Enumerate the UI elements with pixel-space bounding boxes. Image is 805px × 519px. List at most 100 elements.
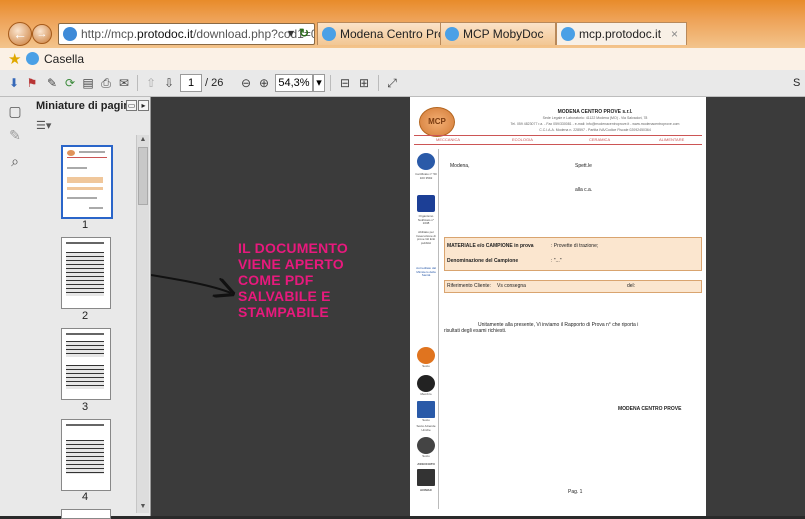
eagle-logo (417, 437, 435, 454)
refresh-icon[interactable]: ↻ (299, 23, 309, 43)
material-box: MATERIALE e/o CAMPIONE in prova : Provet… (444, 237, 702, 271)
toolbar-divider (330, 75, 331, 91)
attention-label: alla c.a. (575, 187, 593, 193)
fit-page-icon[interactable]: ⊞ (356, 75, 372, 91)
fullscreen-icon[interactable]: ⤢ (384, 75, 400, 91)
cert-label: Socio (422, 418, 430, 422)
cert-label: ACIMAC (420, 488, 432, 492)
forward-arrow-icon: → (36, 28, 48, 40)
tab-label: MCP MobyDoc (463, 27, 544, 41)
fit-width-icon[interactable]: ⊟ (337, 75, 353, 91)
annotation-text: IL DOCUMENTO VIENE APERTO COME PDF SALVA… (238, 240, 348, 320)
attachments-icon[interactable]: ✎ (7, 127, 23, 143)
address-suffix: /download.php?cod1=0000 (193, 27, 314, 41)
thumbnail-page[interactable] (61, 328, 111, 400)
back-arrow-icon: ← (13, 26, 27, 42)
mcp-logo: MCP (419, 107, 455, 137)
ie-icon (561, 27, 575, 41)
pdf-page: MCP MODENA CENTRO PROVE s.r.l. Sede Lega… (410, 97, 706, 516)
cert-label: Accreditato dal Ministero della Sanità (416, 266, 436, 277)
share-icon[interactable]: ⟳ (62, 75, 78, 91)
thumbnail-options-icon[interactable]: ☰▾ (36, 119, 51, 132)
save-icon[interactable]: ⬇ (6, 75, 22, 91)
page-number-input[interactable]: 1 (180, 74, 202, 92)
association-logo (417, 375, 435, 392)
address-prefix: http://mcp. (81, 27, 138, 41)
thumbnail-page[interactable] (61, 509, 111, 519)
tab-modena-centro-prove[interactable]: Modena Centro Prove |... (317, 22, 443, 45)
tuv-logo (417, 153, 435, 170)
sample-value: : "..." (551, 258, 562, 264)
toolbar-divider (378, 75, 379, 91)
cert-label: Socio (422, 364, 430, 368)
client-ref-date: del: (627, 283, 636, 289)
page-total: / 26 (205, 77, 224, 89)
notified-body-logo (417, 195, 435, 212)
zoom-input[interactable]: 54,3% (275, 74, 313, 92)
search-icon[interactable]: ⌕ (7, 153, 23, 169)
address-domain: protodoc.it (137, 27, 194, 41)
browser-title-bar: ← → http://mcp.protodoc.it/download.php?… (0, 0, 805, 48)
forward-button[interactable]: → (32, 24, 52, 44)
panel-collapse-icon[interactable]: ▸ (138, 100, 149, 111)
material-value: : Provette di trazione; (551, 243, 599, 249)
thumbnail-page-number: 1 (81, 219, 89, 231)
toolbar-right-label: S (793, 77, 801, 89)
client-ref-value: Vs consegna (497, 283, 526, 289)
scroll-down-icon[interactable]: ▼ (137, 503, 149, 510)
uni-logo (417, 401, 435, 418)
document-viewer[interactable]: IL DOCUMENTO VIENE APERTO COME PDF SALVA… (151, 97, 805, 516)
body-text: risultati degli esami richiesti. (444, 328, 507, 334)
page-footer: Pag. 1 (568, 489, 583, 495)
acimac-logo (417, 469, 435, 486)
print-icon[interactable]: ⎙ (98, 75, 114, 91)
scrollbar-thumb[interactable] (138, 147, 148, 205)
cert-label: Certificato n° 50 100 3592 (415, 172, 437, 180)
ie-icon (322, 27, 336, 41)
ie-icon (26, 52, 39, 65)
email-icon[interactable]: ✉ (116, 75, 132, 91)
navigation-icon-column: ▢ ✎ ⌕ (0, 97, 31, 516)
back-button[interactable]: ← (8, 22, 32, 46)
previous-page-icon[interactable]: ⇧ (143, 75, 159, 91)
save-disk-icon[interactable]: ▤ (80, 75, 96, 91)
cert-label: Organismo Notificato n° 1038 (417, 214, 435, 225)
thumbnails-scrollbar[interactable]: ▲ ▼ (136, 135, 149, 513)
thumbnail-page[interactable] (61, 145, 113, 219)
favorites-bar: ★ Casella (0, 48, 805, 71)
thumbnail-page[interactable] (61, 419, 111, 491)
section-ecologia: ECOLOGIA (512, 137, 533, 142)
tab-label: mcp.protodoc.it (579, 27, 662, 41)
address-dropdown-icon[interactable]: ▾ (288, 23, 294, 43)
certifications-column: Certificato n° 50 100 3592 Organismo Not… (414, 149, 439, 509)
thumbnails-header: Miniature di pagina ▭ ▸ (30, 97, 150, 115)
toolbar-divider (137, 75, 138, 91)
section-alimentare: ALIMENTARE (659, 137, 685, 142)
tab-mcp-mobydoc[interactable]: MCP MobyDoc (440, 22, 556, 45)
panel-title: Miniature di pagina (36, 100, 137, 112)
favorites-star-icon[interactable]: ★ (8, 50, 21, 68)
favorite-casella[interactable]: Casella (44, 52, 84, 66)
scroll-up-icon[interactable]: ▲ (137, 136, 149, 143)
zoom-in-icon[interactable]: ⊕ (256, 75, 272, 91)
zoom-dropdown-icon[interactable]: ▾ (313, 74, 325, 92)
thumbnails-panel: Miniature di pagina ▭ ▸ ☰▾ 1 2 3 4 ▲ ▼ (30, 97, 151, 519)
panel-options-icon[interactable]: ▭ (126, 100, 137, 111)
thumbnail-page[interactable] (61, 237, 111, 309)
recipient-label: Spett.le (575, 163, 592, 169)
thumbnail-page-number: 2 (81, 310, 89, 322)
close-tab-icon[interactable]: × (671, 23, 678, 45)
zoom-out-icon[interactable]: ⊖ (238, 75, 254, 91)
section-meccanica: MECCANICA (436, 137, 461, 142)
edit-icon[interactable]: ✎ (44, 75, 60, 91)
create-pdf-icon[interactable]: ⚑ (24, 75, 40, 91)
cert-label: Socio Aziende Uniche (416, 424, 436, 432)
address-bar[interactable]: http://mcp.protodoc.it/download.php?cod1… (58, 23, 315, 45)
header-line: C.C.I.A.A. Modena n. 228597 - Partita IV… (539, 128, 651, 132)
next-page-icon[interactable]: ⇩ (161, 75, 177, 91)
tab-mcp-protodoc[interactable]: mcp.protodoc.it × (556, 22, 687, 45)
cert-label: Socio (422, 454, 430, 458)
page-thumbnails-icon[interactable]: ▢ (7, 103, 23, 119)
material-label: MATERIALE e/o CAMPIONE in prova (447, 243, 534, 249)
signature: MODENA CENTRO PROVE (618, 406, 682, 412)
